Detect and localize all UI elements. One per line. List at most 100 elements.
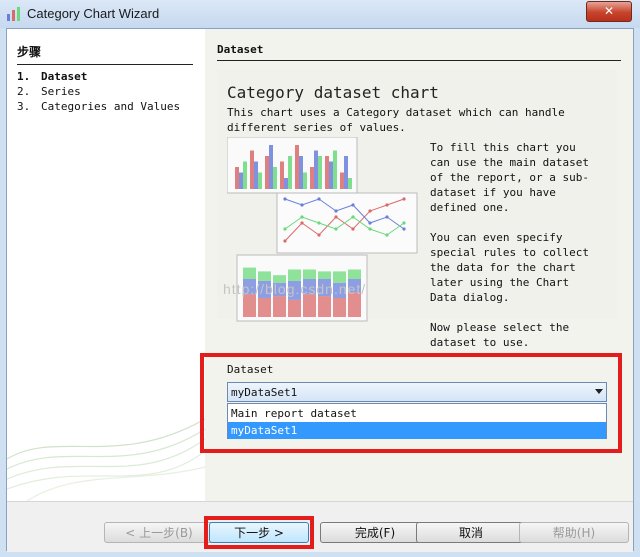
preview-stack-bar [243,267,256,279]
dataset-combobox[interactable]: myDataSet1 [227,382,607,402]
next-button[interactable]: 下一步 > [209,522,309,543]
preview-line-point [402,197,406,201]
preview-line-point [283,227,287,231]
preview-line-point [334,227,338,231]
preview-bar [269,145,273,189]
preview-line-point [317,197,321,201]
wizard-window: Category Chart Wizard ✕ 步骤 1. Dataset 2. S… [0,0,640,557]
preview-bar [295,145,299,189]
preview-line-point [385,203,389,207]
chart-app-icon [7,7,20,21]
step-dataset: 1. Dataset [17,70,87,83]
step-label: Series [41,85,81,98]
cancel-button[interactable]: 取消 [416,522,526,543]
steps-pane: 步骤 1. Dataset 2. Series 3. Categories and V… [7,29,205,501]
help-button[interactable]: 帮助(H) [519,522,629,543]
step-categories-values: 3. Categories and Values [17,100,180,113]
preview-line-point [317,221,321,225]
decorative-swirl [7,418,205,501]
preview-bar [280,161,284,189]
step-number: 1. [17,70,31,83]
preview-line-point [351,227,355,231]
preview-line-point [283,239,287,243]
preview-line-point [402,227,406,231]
steps-heading: 步骤 [17,43,193,65]
preview-stack-bar [258,271,271,281]
step-number: 2. [17,85,31,98]
dataset-selected-value: myDataSet1 [231,386,298,399]
preview-bar [299,156,303,189]
step-number: 3. [17,100,31,113]
preview-stack-bar [273,296,286,317]
title-bar[interactable]: Category Chart Wizard ✕ [0,0,640,28]
preview-line-point [351,203,355,207]
dataset-option-mydataset1[interactable]: myDataSet1 [228,422,606,439]
dataset-dropdown-list[interactable]: Main report dataset myDataSet1 [227,403,607,439]
chevron-down-icon[interactable] [595,389,603,394]
preview-stack-bar [258,298,271,317]
preview-line-point [334,215,338,219]
preview-stack-bar [318,271,331,279]
button-bar: < 上一步(B) 下一步 > 完成(F) 取消 帮助(H) [7,501,633,552]
chart-description: This chart uses a Category dataset which… [227,106,565,134]
preview-stack-bar [333,298,346,317]
dataset-label: Dataset [227,363,274,376]
instruction-paragraph: You can even specify special rules to co… [430,231,589,304]
dataset-option-main-report[interactable]: Main report dataset [228,405,606,422]
preview-bar [348,178,352,189]
preview-line-point [351,215,355,219]
preview-bar [318,156,322,189]
preview-bar [310,167,314,189]
finish-button[interactable]: 完成(F) [320,522,430,543]
preview-line-point [300,221,304,225]
wizard-client: 步骤 1. Dataset 2. Series 3. Categories and V… [6,28,634,552]
step-series: 2. Series [17,85,81,98]
preview-line-point [368,209,372,213]
preview-bar [239,172,243,189]
preview-bar [333,150,337,189]
preview-line-point [283,197,287,201]
preview-bar [258,172,262,189]
preview-stack-bar [303,294,316,317]
preview-bar [288,156,292,189]
preview-stack-bar [303,269,316,279]
preview-stack-bar [288,299,301,317]
preview-stack-bar [318,296,331,317]
preview-line-point [317,233,321,237]
preview-bar [254,161,258,189]
preview-bar [265,156,269,189]
preview-bar [250,150,254,189]
preview-line-point [300,215,304,219]
watermark-text: http://blog.csdn.net/ [223,281,367,297]
preview-line-point [402,221,406,225]
preview-bar [284,178,288,189]
preview-line-point [334,209,338,213]
preview-bar [243,161,247,189]
preview-bar [344,156,348,189]
window-title: Category Chart Wizard [27,6,160,21]
preview-stack-bar [348,269,361,279]
chart-type-title: Category dataset chart [227,83,439,102]
preview-bar [303,172,307,189]
preview-bar [235,167,239,189]
close-button[interactable]: ✕ [586,1,632,22]
preview-bar [273,167,277,189]
preview-bar [340,172,344,189]
preview-stack-bar [288,269,301,281]
section-title: Dataset [217,43,621,61]
preview-bar [314,150,318,189]
content-pane: Dataset Category dataset chart This char… [200,29,633,501]
preview-line-point [368,221,372,225]
preview-stack-bar [243,294,256,317]
instruction-paragraph: Now please select the dataset to use. [430,321,570,349]
instructions-text: To fill this chart you can use the main … [430,140,602,365]
preview-bar [325,156,329,189]
preview-bar [329,161,333,189]
instruction-paragraph: To fill this chart you can use the main … [430,141,589,214]
step-label: Categories and Values [41,100,181,113]
preview-line-point [300,203,304,207]
preview-line-point [385,215,389,219]
preview-line-point [385,233,389,237]
preview-line-point [368,227,372,231]
back-button[interactable]: < 上一步(B) [104,522,214,543]
